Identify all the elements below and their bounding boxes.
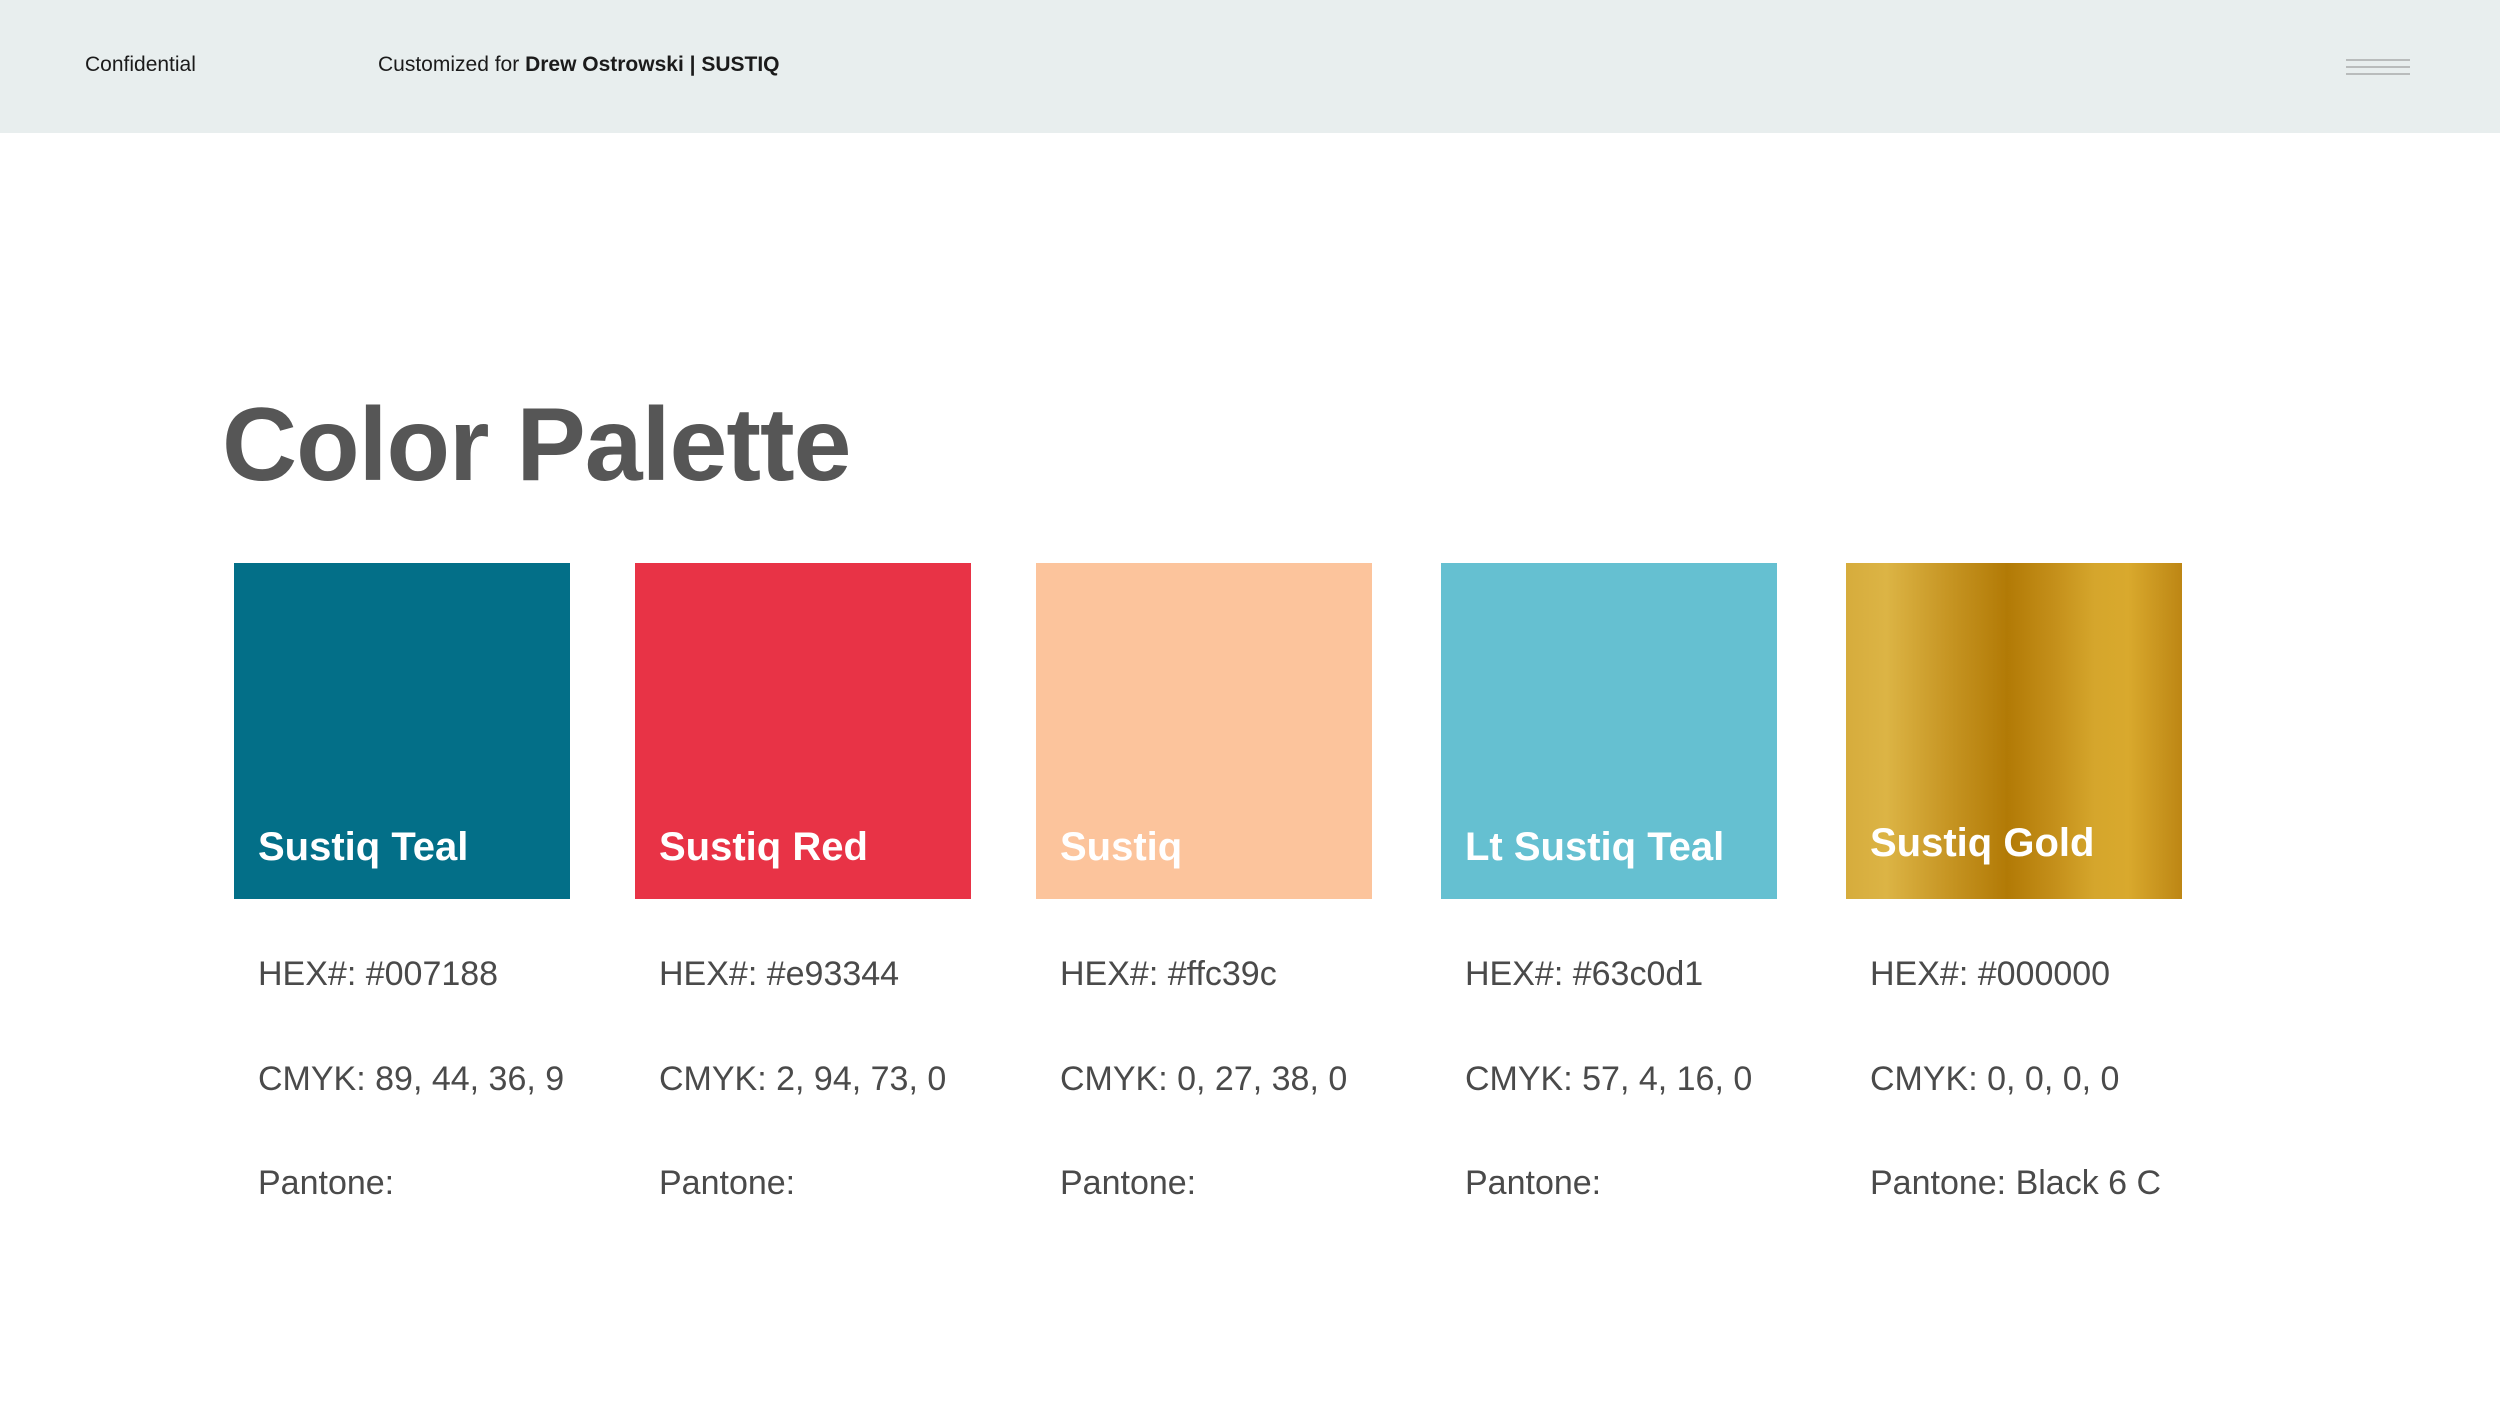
- swatch-card-light-teal: Lt Sustiq Teal HEX#: #63c0d1 CMYK: 57, 4…: [1441, 563, 1781, 1202]
- swatch-name: Sustiq: [1060, 825, 1183, 869]
- cmyk-value: CMYK: 2, 94, 73, 0: [659, 1060, 947, 1098]
- swatch-name: Sustiq Red: [659, 825, 868, 869]
- color-swatch: Lt Sustiq Teal: [1441, 563, 1777, 899]
- swatch-card-peach: Sustiq HEX#: #ffc39c CMYK: 0, 27, 38, 0 …: [1036, 563, 1376, 1202]
- pantone-value: Pantone:: [1060, 1164, 1197, 1202]
- cmyk-value: CMYK: 0, 0, 0, 0: [1870, 1060, 2120, 1098]
- top-bar: Confidential Customized for Drew Ostrows…: [0, 0, 2500, 133]
- pantone-value: Pantone:: [659, 1164, 796, 1202]
- page-title: Color Palette: [222, 387, 851, 503]
- swatch-card-teal: Sustiq Teal HEX#: #007188 CMYK: 89, 44, …: [234, 563, 574, 1202]
- hex-value: HEX#: #e93344: [659, 955, 900, 993]
- pantone-value: Pantone: Black 6 C: [1870, 1164, 2162, 1202]
- menu-line: [2346, 66, 2410, 68]
- swatch-card-red: Sustiq Red HEX#: #e93344 CMYK: 2, 94, 73…: [635, 563, 975, 1202]
- color-swatch: Sustiq Gold: [1846, 563, 2182, 899]
- color-swatch: Sustiq Teal: [234, 563, 570, 899]
- swatch-name: Lt Sustiq Teal: [1465, 825, 1725, 869]
- hex-value: HEX#: #ffc39c: [1060, 955, 1277, 993]
- cmyk-value: CMYK: 57, 4, 16, 0: [1465, 1060, 1753, 1098]
- menu-line: [2346, 59, 2410, 61]
- menu-line: [2346, 73, 2410, 75]
- cmyk-value: CMYK: 0, 27, 38, 0: [1060, 1060, 1348, 1098]
- swatch-name: Sustiq Gold: [1870, 821, 2095, 865]
- hex-value: HEX#: #007188: [258, 955, 499, 993]
- pantone-value: Pantone:: [258, 1164, 395, 1202]
- swatch-card-gold: Sustiq Gold HEX#: #000000 CMYK: 0, 0, 0,…: [1846, 563, 2186, 1202]
- color-swatch: Sustiq Red: [635, 563, 971, 899]
- customized-for-label: Customized for Drew Ostrowski | SUSTIQ: [378, 52, 780, 78]
- cmyk-value: CMYK: 89, 44, 36, 9: [258, 1060, 565, 1098]
- hex-value: HEX#: #63c0d1: [1465, 955, 1704, 993]
- customized-for-name: Drew Ostrowski | SUSTIQ: [525, 53, 780, 76]
- confidential-label: Confidential: [85, 53, 196, 76]
- swatch-name: Sustiq Teal: [258, 825, 469, 869]
- pantone-value: Pantone:: [1465, 1164, 1602, 1202]
- customized-prefix: Customized for: [378, 53, 520, 76]
- hex-value: HEX#: #000000: [1870, 955, 2111, 993]
- hamburger-menu-icon[interactable]: [2346, 55, 2410, 81]
- color-swatch: Sustiq: [1036, 563, 1372, 899]
